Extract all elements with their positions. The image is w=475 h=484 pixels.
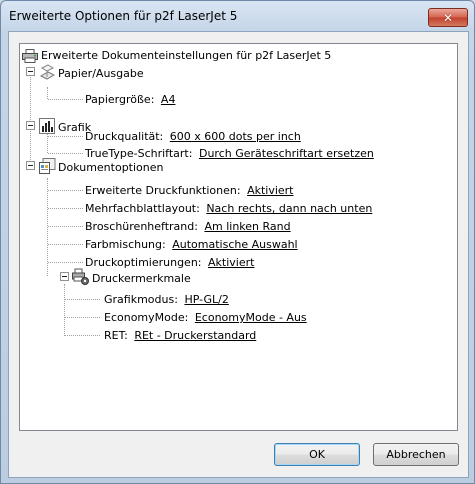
- setting-graphics-mode[interactable]: Grafikmodus: HP-GL/2: [104, 291, 229, 308]
- setting-label: Druckoptimierungen:: [85, 256, 202, 269]
- setting-label: Papiergröße:: [85, 93, 155, 106]
- tree-line: [48, 226, 83, 227]
- paper-icon: [39, 64, 56, 83]
- setting-ret[interactable]: RET: REt - Druckerstandard: [104, 327, 256, 344]
- setting-value[interactable]: EconomyMode - Aus: [195, 311, 307, 324]
- setting-economy-mode[interactable]: EconomyMode: EconomyMode - Aus: [104, 309, 307, 326]
- close-icon: ✕: [442, 10, 454, 25]
- dialog-window: Erweiterte Optionen für p2f LaserJet 5 ✕: [0, 0, 475, 484]
- tree-line: [65, 317, 100, 318]
- setting-print-optimizations[interactable]: Druckoptimierungen: Aktiviert: [85, 254, 254, 271]
- collapse-toggle-paper[interactable]: [26, 67, 35, 76]
- tree-item-docopts-label: Dokumentoptionen: [58, 161, 164, 174]
- setting-paper-size[interactable]: Papiergröße: A4: [85, 91, 175, 108]
- setting-booklet-binding[interactable]: Broschürenheftrand: Am linken Rand: [85, 218, 291, 235]
- collapse-toggle-features[interactable]: [60, 272, 69, 281]
- setting-value[interactable]: REt - Druckerstandard: [134, 329, 256, 342]
- tree-line: [48, 244, 83, 245]
- setting-label: Broschürenheftrand:: [85, 220, 198, 233]
- tree-line: [65, 335, 100, 336]
- setting-label: RET:: [104, 329, 128, 342]
- tree-line: [48, 153, 83, 154]
- setting-halftoning[interactable]: Farbmischung: Automatische Auswahl: [85, 236, 298, 253]
- tree-root-label: Erweiterte Dokumenteinstellungen für p2f…: [41, 49, 332, 62]
- title-bar[interactable]: Erweiterte Optionen für p2f LaserJet 5 ✕: [1, 1, 474, 31]
- tree-line: [47, 87, 48, 99]
- options-tree[interactable]: Erweiterte Dokumenteinstellungen für p2f…: [19, 43, 458, 431]
- tree-line: [48, 99, 83, 100]
- setting-value[interactable]: 600 x 600 dots per inch: [170, 130, 301, 143]
- printer-icon: [22, 49, 38, 66]
- setting-value[interactable]: Durch Geräteschriftart ersetzen: [199, 147, 374, 160]
- setting-value[interactable]: HP-GL/2: [184, 293, 228, 306]
- collapse-toggle-docopts[interactable]: [26, 161, 35, 170]
- tree-line: [30, 68, 31, 164]
- printer-features-icon: [72, 268, 89, 288]
- setting-value[interactable]: A4: [161, 93, 176, 106]
- setting-label: Mehrfachblattlayout:: [85, 202, 200, 215]
- tree-line: [48, 262, 83, 263]
- cancel-button[interactable]: Abbrechen: [373, 443, 459, 466]
- close-button[interactable]: ✕: [428, 8, 468, 27]
- tree-line: [64, 284, 65, 336]
- dialog-body: Erweiterte Dokumenteinstellungen für p2f…: [8, 31, 469, 478]
- setting-value[interactable]: Nach rechts, dann nach unten: [206, 202, 372, 215]
- document-options-icon: [39, 158, 57, 177]
- setting-advanced-features[interactable]: Erweiterte Druckfunktionen: Aktiviert: [85, 182, 294, 199]
- ok-button[interactable]: OK: [274, 443, 360, 466]
- setting-label: Erweiterte Druckfunktionen:: [85, 184, 241, 197]
- setting-value[interactable]: Aktiviert: [208, 256, 254, 269]
- setting-label: Druckqualität:: [85, 130, 164, 143]
- chart-icon: [39, 118, 55, 137]
- window-title: Erweiterte Optionen für p2f LaserJet 5: [9, 9, 238, 23]
- setting-label: EconomyMode:: [104, 311, 189, 324]
- setting-print-quality[interactable]: Druckqualität: 600 x 600 dots per inch: [85, 128, 301, 145]
- tree-line: [65, 299, 100, 300]
- setting-value[interactable]: Automatische Auswahl: [172, 238, 297, 251]
- setting-value[interactable]: Aktiviert: [247, 184, 293, 197]
- tree-item-features-label: Druckermerkmale: [92, 272, 191, 285]
- setting-label: Farbmischung:: [85, 238, 166, 251]
- tree-line: [48, 208, 83, 209]
- tree-line: [48, 190, 83, 191]
- setting-multipage-layout[interactable]: Mehrfachblattlayout: Nach rechts, dann n…: [85, 200, 372, 217]
- setting-label: Grafikmodus:: [104, 293, 178, 306]
- collapse-toggle-graphic[interactable]: [26, 121, 35, 130]
- tree-item-paper-label: Papier/Ausgabe: [58, 67, 144, 80]
- setting-value[interactable]: Am linken Rand: [204, 220, 290, 233]
